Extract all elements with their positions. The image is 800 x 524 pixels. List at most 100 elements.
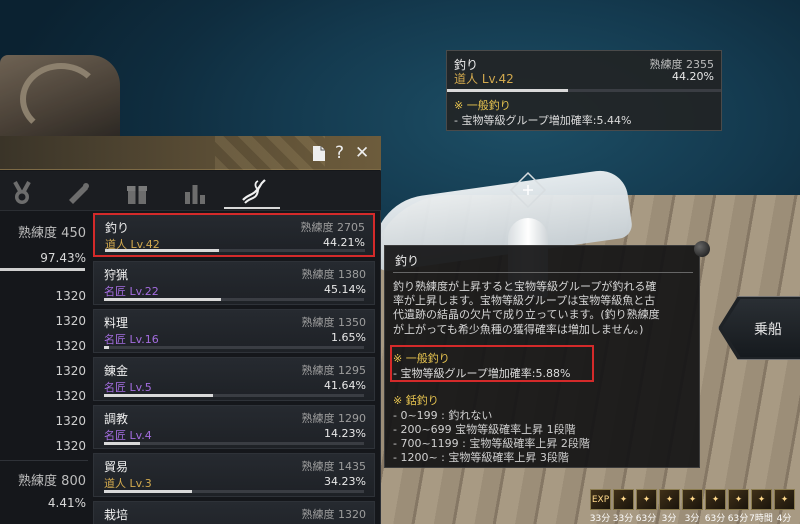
skill-mastery: 熟練度 1380 [301,268,367,281]
buff-icon[interactable]: ✦ [728,489,749,510]
skill-progress-bar [105,249,365,252]
fishing-tooltip: 釣り 釣り熟練度が上昇すると宝物等級グループが釣れる確 率が上昇します。宝物等級… [384,245,700,468]
left-value: 1320 [55,364,86,378]
skill-progress-bar [104,346,364,349]
skill-mastery: 熟練度 1320 [301,508,367,521]
skill-rank: 名匠 Lv.4 [104,429,152,442]
general-fishing-detail: - 宝物等級グループ増加確率:5.88% [393,367,571,380]
ship-railing-scenery [0,55,120,145]
mini-progress-bar [447,89,721,92]
skill-item-training[interactable]: 調教 名匠 Lv.4 熟練度 1290 14.23% [93,405,375,449]
fishing-mastery-widget: 釣り 道人 Lv.42 熟練度 2355 44.20% ※ 一般釣り - 宝物等… [446,50,722,131]
left-value: 1320 [55,389,86,403]
medal-icon[interactable] [9,180,35,206]
skill-progress-fill [104,490,193,493]
skill-mastery: 熟練度 1295 [301,364,367,377]
window-titlebar[interactable]: ? ✕ [0,136,381,170]
left-mastery-label: 熟練度 450 [18,226,86,241]
mini-mastery-pct: 44.20% [672,70,714,83]
skill-name: 狩猟 [104,268,129,282]
buff-bar: EXP 33分 ✦ 33分 ✦ 63分 ✦ 3分 ✦ 3分 ✦ 63分 ✦ 63分 ✦ 7時間 ✦ 4分 [588,489,800,524]
skill-rank: 名匠 Lv.5 [104,381,152,394]
harpoon-fishing-title: ※ 銛釣り [393,394,439,407]
buff-timer: 7時間 [749,514,773,524]
gift-icon[interactable] [124,180,150,206]
skill-item-fishing[interactable]: 釣り 道人 Lv.42 熟練度 2705 44.21% [93,213,375,257]
skill-progress-bar [104,394,364,397]
board-ship-label: 乗船 [754,322,782,338]
skill-pct: 1.65% [331,331,366,344]
skill-name: 貿易 [104,460,129,474]
buff-icon[interactable]: ✦ [682,489,703,510]
skill-pct: 44.21% [323,236,365,249]
left-footer-pct: 4.41% [47,496,86,510]
buff-icon[interactable]: ✦ [659,489,680,510]
skill-progress-fill [104,394,214,397]
buff-icon[interactable]: ✦ [705,489,726,510]
buff-icon[interactable]: ✦ [636,489,657,510]
skill-mastery: 熟練度 1350 [301,316,367,329]
buff-timer: 3分 [661,514,677,524]
skill-rank: 名匠 Lv.16 [104,333,159,346]
skill-mastery: 熟練度 1435 [301,460,367,473]
buff-timer: 63分 [704,514,726,524]
skill-pct: 14.23% [324,427,366,440]
skill-progress-bar [104,490,364,493]
skill-name: 錬金 [104,364,129,378]
mini-section-detail: - 宝物等級グループ増加確率:5.44% [454,114,632,127]
skill-list: 釣り 道人 Lv.42 熟練度 2705 44.21% 狩猟 名匠 Lv.22 … [93,213,375,524]
skill-pct: 34.23% [324,475,366,488]
skill-progress-bar [104,442,364,445]
skill-item-cooking[interactable]: 料理 名匠 Lv.16 熟練度 1350 1.65% [93,309,375,353]
skill-name: 栽培 [104,508,129,522]
buff-timer: 63分 [635,514,657,524]
skill-name: 釣り [105,221,130,235]
skill-name: 料理 [104,316,129,330]
skill-rank: 道人 Lv.3 [104,477,152,490]
buff-icon[interactable]: ✦ [613,489,634,510]
skill-progress-fill [104,442,141,445]
buff-timer: 33分 [589,514,611,524]
skill-mastery: 熟練度 2705 [300,221,366,234]
left-value: 1320 [55,439,86,453]
skill-progress-fill [105,249,220,252]
help-button[interactable]: ? [335,143,344,163]
tooltip-description: 釣り熟練度が上昇すると宝物等級グループが釣れる確 率が上昇します。宝物等級グルー… [393,280,660,336]
mini-skill-rank: 道人 Lv.42 [454,72,514,86]
document-icon[interactable] [312,145,326,162]
buff-timer: 63分 [727,514,749,524]
left-value: 1320 [55,314,86,328]
buff-icon[interactable]: ✦ [751,489,772,510]
left-progress-fill [0,268,86,271]
harpoon-tier: - 1200~ : 宝物等級確率上昇 3段階 [393,451,569,464]
skill-progress-fill [104,346,110,349]
skill-rank: 名匠 Lv.22 [104,285,159,298]
adjacent-skill-column: 熟練度 450 97.43% 1320 1320 1320 1320 1320 … [0,213,88,524]
left-value: 1320 [55,339,86,353]
skill-item-farming[interactable]: 栽培 熟練度 1320 [93,501,375,524]
bar-chart-icon[interactable] [182,180,208,206]
close-button[interactable]: ✕ [355,143,369,163]
skill-item-alchemy[interactable]: 錬金 名匠 Lv.5 熟練度 1295 41.64% [93,357,375,401]
buff-icon[interactable]: EXP [590,489,611,510]
scroll-icon[interactable] [66,180,92,206]
fishing-icon[interactable] [240,176,268,206]
skill-mastery: 熟練度 1290 [301,412,367,425]
crosshair-icon [509,171,547,209]
skill-item-trade[interactable]: 貿易 道人 Lv.3 熟練度 1435 34.23% [93,453,375,497]
buff-timer: 33分 [612,514,634,524]
life-skill-window: ? ✕ 熟練度 450 97.43% 1320 1320 1320 1320 1… [0,136,381,524]
skill-progress-fill [104,298,221,301]
buff-icon[interactable]: ✦ [774,489,795,510]
left-mastery-pct: 97.43% [40,251,86,265]
mini-section-title: ※ 一般釣り [454,99,511,112]
skill-pct: 41.64% [324,379,366,392]
skill-item-hunting[interactable]: 狩猟 名匠 Lv.22 熟練度 1380 45.14% [93,261,375,305]
left-footer-label: 熟練度 800 [18,474,86,489]
mini-progress-fill [447,89,568,92]
skill-progress-bar [104,298,364,301]
skill-name: 調教 [104,412,129,426]
tooltip-pin-icon [694,241,710,257]
category-tabs [0,171,381,211]
buff-timer: 3分 [684,514,700,524]
